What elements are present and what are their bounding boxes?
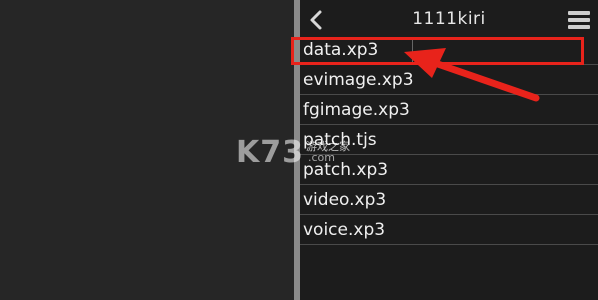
file-browser-header: 1111kiri (300, 0, 598, 38)
file-item-voice-xp3[interactable]: voice.xp3 (300, 215, 598, 245)
file-item-patch-tjs[interactable]: patch.tjs (300, 125, 598, 155)
file-item-fgimage-xp3[interactable]: fgimage.xp3 (300, 95, 598, 125)
hamburger-menu-icon (568, 11, 590, 29)
folder-title: 1111kiri (412, 9, 486, 29)
file-item-video-xp3[interactable]: video.xp3 (300, 185, 598, 215)
left-pane (0, 0, 294, 300)
file-list: data.xp3 evimage.xp3 fgimage.xp3 patch.t… (300, 35, 598, 245)
menu-button[interactable] (568, 11, 590, 31)
app-screen: 1111kiri data.xp3 evimage.xp3 fgimage.xp… (0, 0, 598, 300)
file-item-evimage-xp3[interactable]: evimage.xp3 (300, 65, 598, 95)
file-item-patch-xp3[interactable]: patch.xp3 (300, 155, 598, 185)
file-browser-pane: 1111kiri data.xp3 evimage.xp3 fgimage.xp… (300, 0, 598, 300)
file-item-data-xp3[interactable]: data.xp3 (300, 35, 598, 65)
